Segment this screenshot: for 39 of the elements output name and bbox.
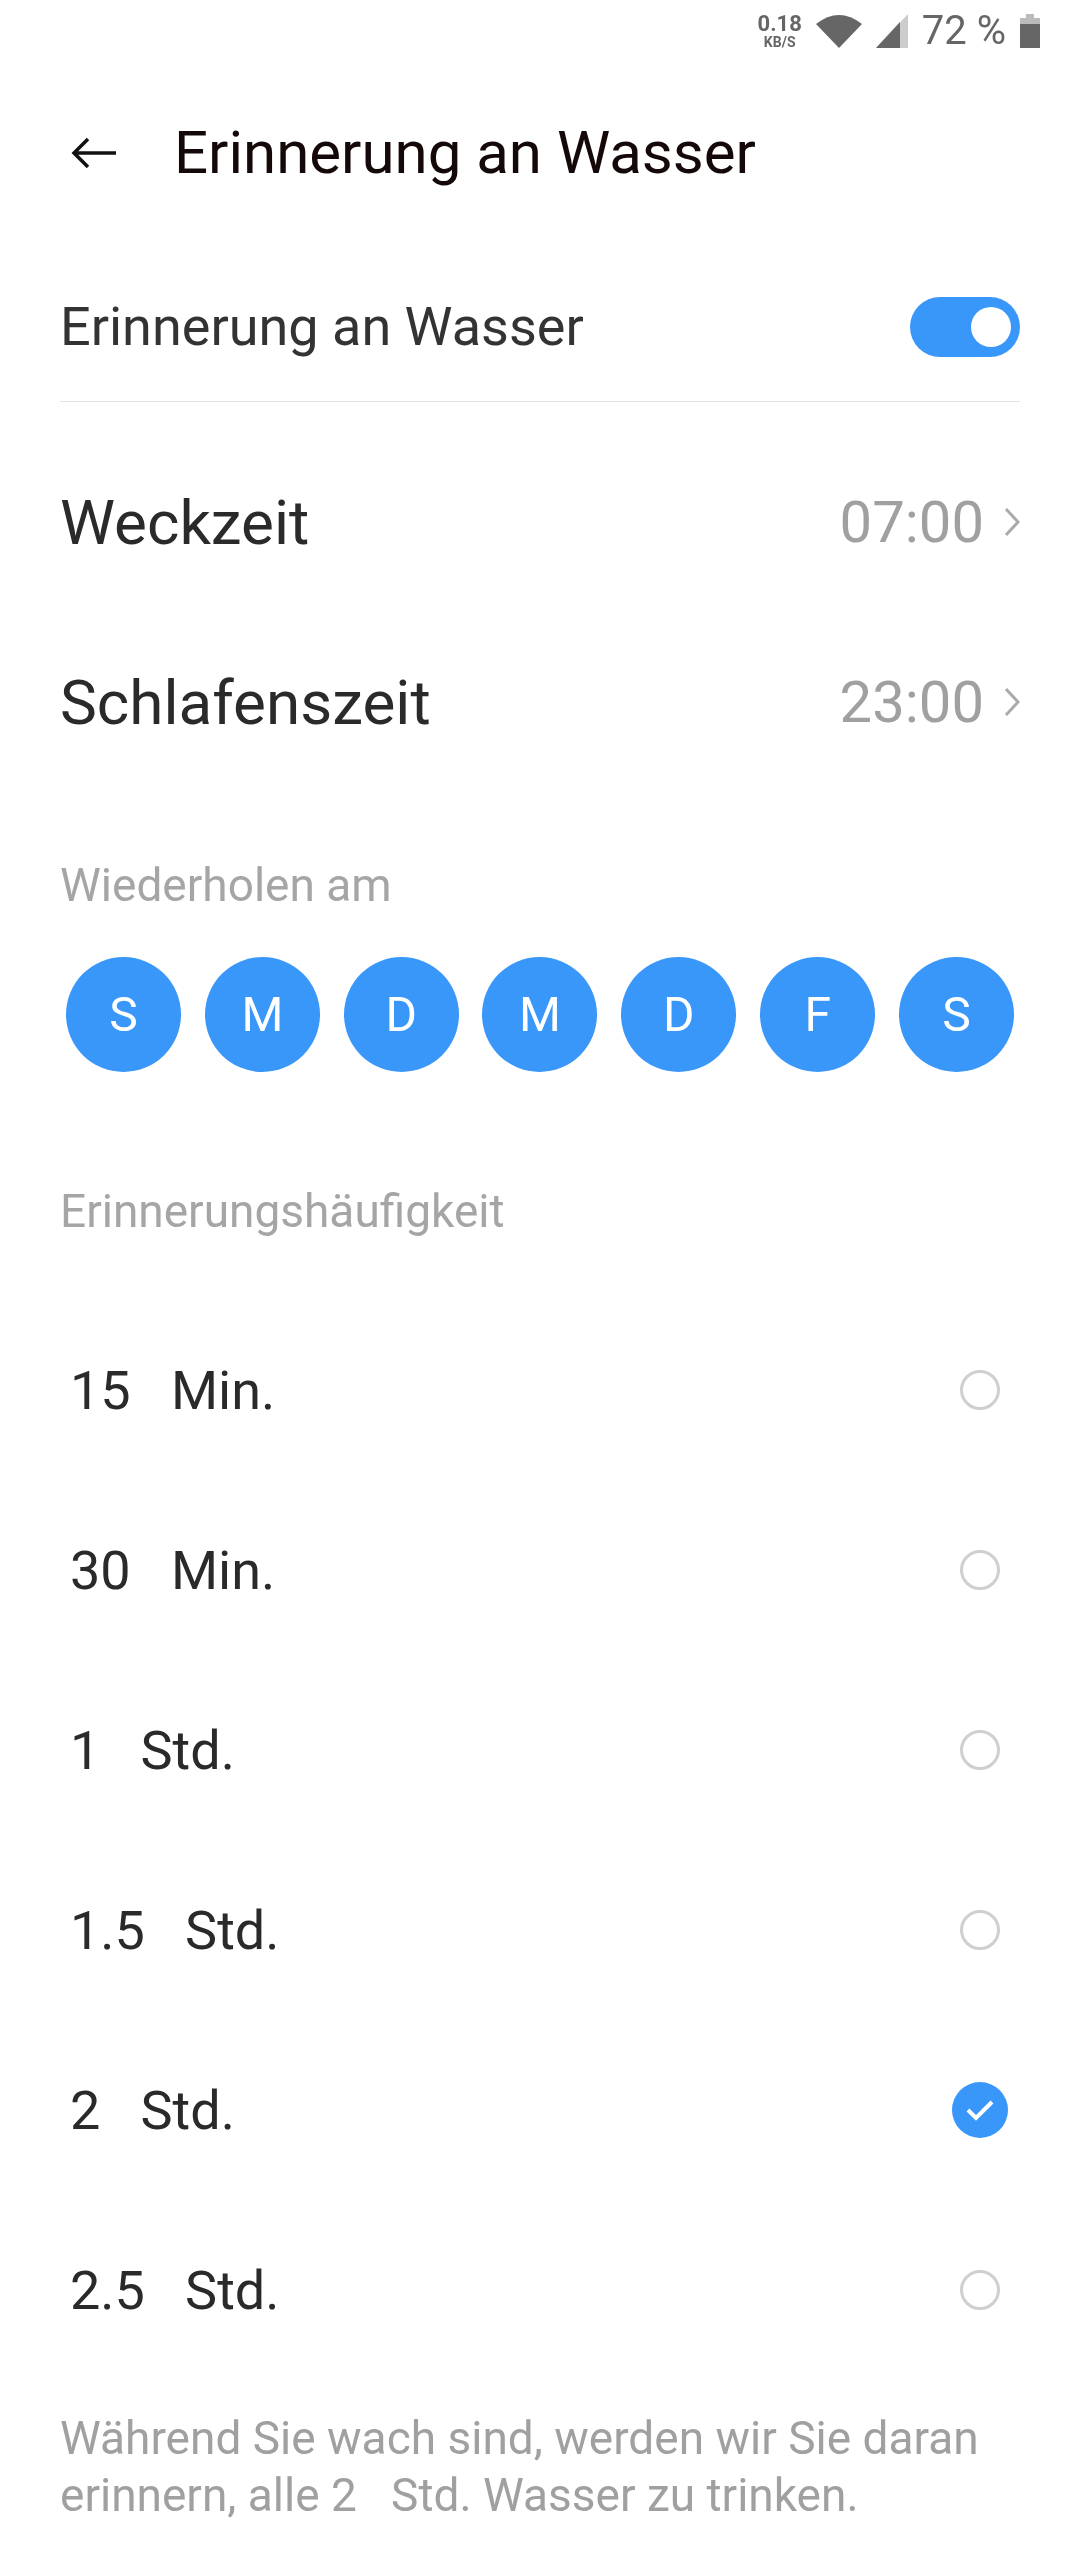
chevron-right-icon: [1004, 687, 1020, 717]
frequency-option[interactable]: 30 Min.: [60, 1480, 1020, 1660]
time-setting-row[interactable]: Schlafenszeit 23:00: [60, 612, 1020, 792]
frequency-label: 1 Std.: [69, 1717, 235, 1784]
checkmark-icon: [965, 2098, 995, 2122]
frequency-label: 30 Min.: [69, 1537, 276, 1604]
radio-unchecked[interactable]: [960, 1550, 1000, 1590]
network-speed-unit: KB/S: [763, 35, 796, 49]
radio-unchecked[interactable]: [960, 1370, 1000, 1410]
radio-unchecked[interactable]: [960, 1730, 1000, 1770]
page-title: Erinnerung an Wasser: [174, 116, 756, 190]
time-setting-label: Schlafenszeit: [60, 664, 431, 741]
frequency-option[interactable]: 1 Std.: [60, 1660, 1020, 1840]
time-value: 23:00: [839, 666, 984, 738]
reminder-description: Während Sie wach sind, werden wir Sie daran erinnern, alle 2 Std. Wasser zu trinken.: [60, 2410, 980, 2524]
time-setting-label: Weckzeit: [60, 484, 310, 561]
wifi-icon: [815, 14, 862, 48]
frequency-option[interactable]: 15 Min.: [60, 1300, 1020, 1480]
chevron-right-icon: [1004, 507, 1020, 537]
signal-icon: [875, 14, 908, 48]
time-setting-row[interactable]: Weckzeit 07:00: [60, 432, 1020, 612]
frequency-option[interactable]: 2.5 Std.: [60, 2200, 1020, 2380]
radio-checked[interactable]: [952, 2082, 1008, 2138]
frequency-option[interactable]: 1.5 Std.: [60, 1840, 1020, 2020]
battery-icon: [1020, 14, 1040, 48]
reminder-label: Erinnerung an Wasser: [60, 294, 584, 360]
radio-unchecked[interactable]: [960, 2270, 1000, 2310]
frequency-option[interactable]: 2 Std.: [60, 2020, 1020, 2200]
radio-unchecked[interactable]: [960, 1910, 1000, 1950]
frequency-label: 2.5 Std.: [69, 2257, 280, 2324]
section-heading: Erinnerungshäufigkeit: [60, 1182, 505, 1240]
frequency-label: 2 Std.: [69, 2077, 235, 2144]
time-value: 07:00: [839, 486, 984, 558]
section-heading: Wiederholen am: [60, 856, 392, 914]
frequency-label: 1.5 Std.: [69, 1897, 280, 1964]
frequency-label: 15 Min.: [69, 1357, 276, 1424]
battery-percentage: 72 %: [921, 6, 1006, 56]
network-speed: 0.18: [757, 13, 802, 35]
back-arrow-icon[interactable]: [70, 137, 118, 169]
